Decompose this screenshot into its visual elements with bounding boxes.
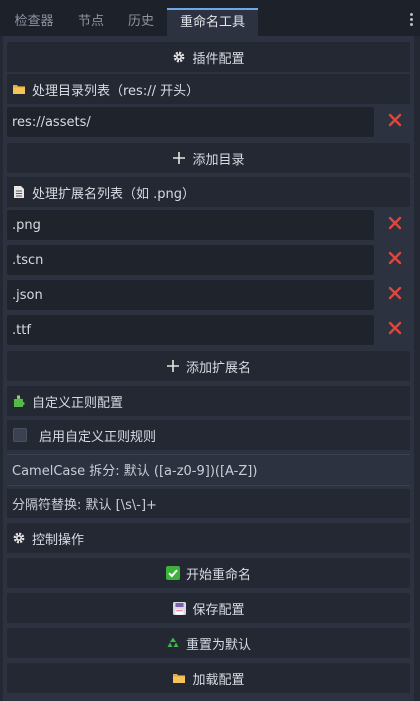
enable-regex-label: 启用自定义正则规则 [39,429,157,445]
recycle-icon [166,636,180,650]
gear-icon [172,50,186,64]
camelcase-info: CamelCase 拆分: 默认 ([a-z0-9])([A-Z]) [7,455,410,484]
start-rename-label: 开始重命名 [185,567,251,583]
save-config-label: 保存配置 [192,602,245,618]
dirs-header-label: 处理目录列表（res:// 开头） [32,83,200,99]
plugin-config-button[interactable]: 插件配置 [7,42,410,72]
ext-item-field[interactable]: .ttf [7,315,374,345]
dir-item-field[interactable]: res://assets/ [7,107,374,137]
gear-icon [12,531,26,545]
plus-icon [166,359,180,373]
regex-header-label: 自定义正则配置 [32,395,124,411]
load-config-button[interactable]: 加载配置 [7,663,410,693]
close-icon [388,113,402,131]
ext-item-value: .png [12,217,41,233]
puzzle-icon [12,394,26,408]
check-icon [165,566,180,580]
ext-item-value: .json [12,287,43,303]
tab-nodes[interactable]: 节点 [67,8,115,36]
ext-item-field[interactable]: .png [7,210,374,240]
delete-ext-button[interactable] [379,315,410,345]
add-dir-button[interactable]: 添加目录 [7,143,410,173]
close-icon [388,216,402,234]
camelcase-label: CamelCase 拆分: 默认 ([a-z0-9])([A-Z]) [12,464,258,479]
ext-item-field[interactable]: .tscn [7,245,374,275]
folder-icon [12,82,26,96]
start-rename-button[interactable]: 开始重命名 [7,558,410,588]
rename-tool-content: 插件配置 处理目录列表（res:// 开头） res://assets/ 添加目… [3,36,414,701]
exts-header-label: 处理扩展名列表（如 .png） [32,186,196,202]
delete-ext-button[interactable] [379,210,410,240]
tab-history[interactable]: 历史 [117,8,165,36]
floppy-disk-icon [172,601,186,615]
plus-icon [172,151,186,165]
tab-bar: 检查器 节点 历史 重命名工具 [0,0,420,36]
delete-ext-button[interactable] [379,280,410,310]
ext-item-value: .ttf [12,322,31,338]
add-ext-label: 添加扩展名 [185,360,251,376]
ext-item-field[interactable]: .json [7,280,374,310]
save-config-button[interactable]: 保存配置 [7,593,410,623]
exts-header: 处理扩展名列表（如 .png） [7,177,410,207]
separator-label: 分隔符替换: 默认 [\s\-]+ [12,498,157,513]
checkbox[interactable] [13,428,27,442]
close-icon [388,321,402,339]
tab-inspector[interactable]: 检查器 [5,8,63,36]
inspector-panel: 检查器 节点 历史 重命名工具 插件配置 处理目录列表（res:// 开头） r… [0,0,420,701]
folder-icon [172,671,186,685]
dirs-header: 处理目录列表（res:// 开头） [7,74,410,104]
divider [7,485,410,486]
ext-item-value: .tscn [12,252,44,268]
control-header-label: 控制操作 [32,532,85,548]
reset-default-button[interactable]: 重置为默认 [7,628,410,658]
plugin-config-label: 插件配置 [192,51,245,67]
separator-info: 分隔符替换: 默认 [\s\-]+ [7,489,410,518]
regex-header: 自定义正则配置 [7,386,410,416]
enable-regex-toggle[interactable]: 启用自定义正则规则 [7,420,410,450]
close-icon [388,251,402,269]
tab-rename-tool[interactable]: 重命名工具 [167,8,258,36]
close-icon [388,286,402,304]
load-config-label: 加载配置 [192,672,245,688]
reset-default-label: 重置为默认 [185,637,251,653]
more-menu-icon[interactable] [406,11,416,31]
add-ext-button[interactable]: 添加扩展名 [7,351,410,381]
delete-dir-button[interactable] [379,107,410,137]
add-dir-label: 添加目录 [192,152,245,168]
delete-ext-button[interactable] [379,245,410,275]
control-header: 控制操作 [7,523,410,553]
dir-item-value: res://assets/ [12,114,91,130]
file-icon [12,185,26,199]
